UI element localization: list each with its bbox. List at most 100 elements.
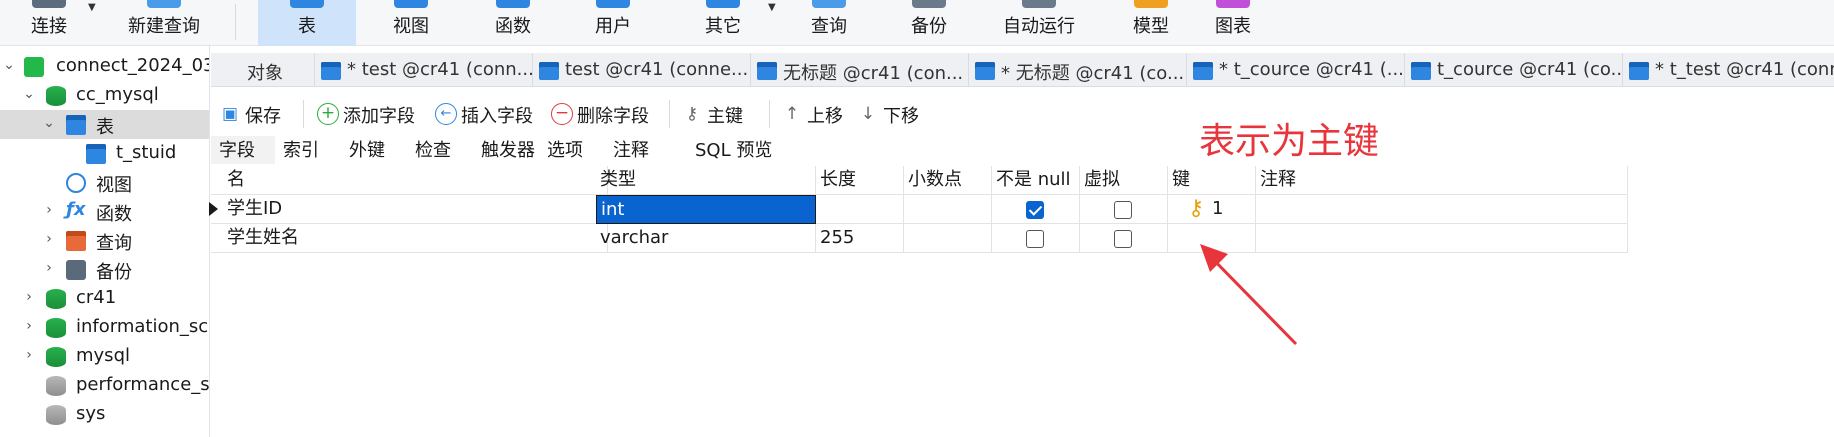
column-header-key[interactable]: 键 (1168, 166, 1256, 195)
move-down-button[interactable]: ↓ 下移 (857, 98, 927, 130)
tree-item-t-stuid[interactable]: t_stuid (0, 139, 209, 168)
field-name-cell[interactable]: 学生姓名 (223, 224, 608, 253)
tree-item-tables[interactable]: ⌄ 表 (0, 110, 209, 139)
field-decimals-cell[interactable] (904, 224, 992, 253)
tree-item-connection[interactable]: ⌄ connect_2024_03_ (0, 52, 209, 81)
tab-t-cource[interactable]: t_cource @cr41 (co... (1405, 53, 1623, 86)
tab-foreign-keys[interactable]: 外键 (341, 136, 407, 164)
field-key-cell[interactable]: ⚷ 1 (1168, 195, 1256, 224)
tab-untitled[interactable]: 无标题 @cr41 (con... (751, 53, 969, 86)
chevron-down-icon[interactable]: ⌄ (2, 57, 16, 73)
tab-objects[interactable]: 对象 (211, 53, 315, 86)
query-group-icon (66, 231, 86, 251)
chevron-right-icon[interactable]: › (22, 318, 36, 334)
chevron-right-icon[interactable]: › (22, 347, 36, 363)
other-button[interactable]: 其它 (678, 0, 768, 46)
field-name-cell[interactable]: 学生ID (223, 195, 608, 224)
new-query-button[interactable]: 新建查询 (108, 0, 220, 46)
database-icon (46, 347, 66, 367)
field-type-cell[interactable]: int (596, 195, 816, 224)
add-field-button[interactable]: + 添加字段 (317, 98, 429, 130)
chevron-down-icon[interactable]: ⌄ (22, 86, 36, 102)
tree-item-backups[interactable]: › 备份 (0, 255, 209, 284)
field-decimals-cell[interactable] (904, 195, 992, 224)
chart-button[interactable]: 图表 (1188, 0, 1278, 46)
tree-item-queries[interactable]: › 查询 (0, 226, 209, 255)
tree-item-information-schema[interactable]: › information_sch (0, 313, 209, 342)
tree-item-performance-schema[interactable]: performance_sc (0, 371, 209, 400)
field-length-cell[interactable]: 255 (816, 224, 904, 253)
virtual-checkbox[interactable] (1114, 230, 1132, 248)
save-button[interactable]: ▣ 保存 (219, 98, 299, 130)
database-icon (46, 86, 66, 106)
model-button[interactable]: 模型 (1106, 0, 1196, 46)
tab-t-cource-modified[interactable]: * t_cource @cr41 (... (1187, 53, 1405, 86)
tab-label: test @cr41 (conne... (565, 59, 749, 80)
chevron-right-icon[interactable]: › (42, 260, 56, 276)
not-null-checkbox[interactable] (1026, 230, 1044, 248)
tab-checks[interactable]: 检查 (407, 136, 473, 164)
column-header-comment[interactable]: 注释 (1256, 166, 1628, 195)
tab-indexes[interactable]: 索引 (275, 136, 341, 164)
tab-sql-preview[interactable]: SQL 预览 (687, 136, 807, 164)
tab-t-test-modified[interactable]: * t_test @cr41 (conn... (1623, 53, 1834, 86)
field-comment-cell[interactable] (1256, 224, 1628, 253)
chevron-right-icon[interactable]: › (22, 289, 36, 305)
primary-key-button[interactable]: ⚷ 主键 (681, 98, 761, 130)
query-button[interactable]: 查询 (784, 0, 874, 46)
move-up-button[interactable]: ↑ 上移 (781, 98, 851, 130)
function-button[interactable]: 函数 (468, 0, 558, 46)
connect-button[interactable]: 连接 (14, 0, 84, 46)
view-button[interactable]: 视图 (366, 0, 456, 46)
other-icon (706, 0, 740, 8)
table-row[interactable]: 学生ID int ⚷ 1 (209, 195, 1628, 224)
delete-field-label: 删除字段 (577, 106, 649, 127)
field-not-null-cell[interactable] (992, 224, 1080, 253)
column-header-length[interactable]: 长度 (816, 166, 904, 195)
tree-item-mysql[interactable]: › mysql (0, 342, 209, 371)
field-virtual-cell[interactable] (1080, 224, 1168, 253)
tab-test[interactable]: test @cr41 (conne... (533, 53, 751, 86)
auto-run-button[interactable]: 自动运行 (984, 0, 1094, 46)
connect-dropdown-icon[interactable]: ▼ (88, 2, 96, 13)
column-header-type[interactable]: 类型 (596, 166, 816, 195)
tab-fields[interactable]: 字段 (211, 136, 275, 164)
add-field-label: 添加字段 (343, 106, 415, 127)
chevron-right-icon[interactable]: › (42, 202, 56, 218)
table-row[interactable]: 学生姓名 varchar 255 (211, 224, 1628, 253)
tab-comments[interactable]: 注释 (605, 136, 687, 164)
move-up-label: 上移 (807, 106, 843, 127)
field-type-cell[interactable]: varchar (596, 224, 816, 253)
key-order-label: 1 (1212, 198, 1224, 219)
tab-triggers[interactable]: 触发器 (473, 136, 539, 164)
tree-item-cr41[interactable]: › cr41 (0, 284, 209, 313)
tree-item-views[interactable]: 视图 (0, 168, 209, 197)
tree-item-label: t_stuid (116, 142, 177, 163)
tab-options[interactable]: 选项 (539, 136, 605, 164)
table-button[interactable]: 表 (258, 0, 356, 46)
delete-field-button[interactable]: − 删除字段 (551, 98, 663, 130)
backup-button[interactable]: 备份 (884, 0, 974, 46)
tree-item-cc-mysql[interactable]: ⌄ cc_mysql (0, 81, 209, 110)
query-label: 查询 (811, 16, 847, 37)
user-button[interactable]: 用户 (568, 0, 658, 46)
tree-item-sys[interactable]: sys (0, 400, 209, 429)
tab-untitled-modified[interactable]: * 无标题 @cr41 (co... (969, 53, 1187, 86)
chevron-down-icon[interactable]: ⌄ (42, 115, 56, 131)
column-header-decimals[interactable]: 小数点 (904, 166, 992, 195)
field-not-null-cell[interactable] (992, 195, 1080, 224)
column-header-not-null[interactable]: 不是 null (992, 166, 1080, 195)
field-virtual-cell[interactable] (1080, 195, 1168, 224)
field-comment-cell[interactable] (1256, 195, 1628, 224)
other-dropdown-icon[interactable]: ▼ (768, 2, 776, 13)
virtual-checkbox[interactable] (1114, 201, 1132, 219)
annotation-arrow-icon (1200, 244, 1298, 346)
column-header-name[interactable]: 名 (223, 166, 608, 195)
chevron-right-icon[interactable]: › (42, 231, 56, 247)
not-null-checkbox[interactable] (1026, 201, 1044, 219)
tree-item-functions[interactable]: › ƒx 函数 (0, 197, 209, 226)
column-header-virtual[interactable]: 虚拟 (1080, 166, 1168, 195)
insert-field-button[interactable]: ← 插入字段 (435, 98, 547, 130)
field-length-cell[interactable] (816, 195, 904, 224)
tab-test-modified[interactable]: * test @cr41 (conn... (315, 53, 533, 86)
